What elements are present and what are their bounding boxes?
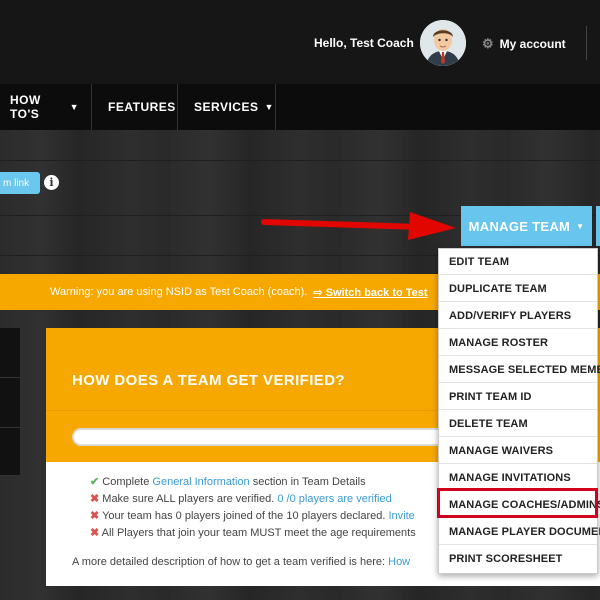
switch-icon: ⇨ <box>313 286 326 299</box>
side-tab[interactable] <box>0 378 20 428</box>
menu-item-duplicate-team[interactable]: DUPLICATE TEAM <box>439 276 597 302</box>
checklist-item: ✖ Your team has 0 players joined of the … <box>90 508 416 525</box>
description-text: A more detailed description of how to ge… <box>72 556 389 568</box>
menu-item-message-selected-members[interactable]: MESSAGE SELECTED MEMBERS <box>439 357 600 383</box>
side-tab[interactable] <box>0 428 20 476</box>
chevron-down-icon: ▼ <box>264 102 274 112</box>
header-divider <box>586 26 587 60</box>
players-verified-link[interactable]: 0 /0 players are verified <box>277 493 391 505</box>
checklist-item: ✔ Complete General Information section i… <box>90 474 416 491</box>
plank-line <box>0 160 600 161</box>
chevron-down-icon: ▼ <box>69 102 79 112</box>
warning-text: Warning: you are using NSID as Test Coac… <box>50 286 308 298</box>
nav-item-label: SERVICES <box>194 100 259 114</box>
nav-item-how-tos[interactable]: HOW TO'S ▼ <box>0 84 92 130</box>
menu-item-manage-player-documents[interactable]: MANAGE PLAYER DOCUMENTS <box>439 519 600 545</box>
cross-icon: ✖ <box>90 493 100 505</box>
menu-item-print-scoresheet[interactable]: PRINT SCORESHEET <box>439 546 597 572</box>
manage-team-button[interactable]: MANAGE TEAM ▼ <box>461 206 592 246</box>
team-link-button[interactable]: m link <box>0 172 40 194</box>
card-title: HOW DOES A TEAM GET VERIFIED? <box>72 372 345 389</box>
switch-back-label: Switch back to Test <box>325 286 428 299</box>
info-icon[interactable]: i <box>44 175 59 190</box>
menu-item-add-verify-players[interactable]: ADD/VERIFY PLAYERS <box>439 303 597 329</box>
nav-item-services[interactable]: SERVICES ▼ <box>178 84 276 130</box>
coach-avatar-icon <box>420 20 466 66</box>
side-tab[interactable] <box>0 328 20 378</box>
menu-item-delete-team[interactable]: DELETE TEAM <box>439 411 597 437</box>
general-information-link[interactable]: General Information <box>152 476 249 488</box>
check-icon: ✔ <box>90 476 100 488</box>
greeting-text: Hello, Test Coach <box>314 36 414 50</box>
menu-item-print-team-id[interactable]: PRINT TEAM ID <box>439 384 597 410</box>
menu-item-manage-waivers[interactable]: MANAGE WAIVERS <box>439 438 597 464</box>
checklist-text: Make sure ALL players are verified. <box>102 493 278 505</box>
checklist-text: Your team has 0 players joined of the 10… <box>102 510 389 522</box>
cross-icon: ✖ <box>90 510 100 522</box>
checklist-text: Complete <box>102 476 153 488</box>
red-arrow-annotation-icon <box>261 212 456 240</box>
cross-icon: ✖ <box>90 527 100 539</box>
my-account-label: My account <box>499 37 566 51</box>
manage-team-label: MANAGE TEAM <box>468 218 571 234</box>
nav-item-label: HOW TO'S <box>10 93 41 121</box>
gear-icon: ⚙ <box>482 36 494 51</box>
chevron-down-icon: ▼ <box>576 221 585 231</box>
checklist-item: ✖ Make sure ALL players are verified. 0 … <box>90 491 416 508</box>
checklist-item: ✖ All Players that join your team MUST m… <box>90 525 416 542</box>
nav-item-features[interactable]: FEATURES <box>92 84 178 130</box>
adjacent-button-edge[interactable] <box>596 206 600 246</box>
switch-back-link[interactable]: ⇨ Switch back to Test <box>313 286 427 299</box>
verification-description: A more detailed description of how to ge… <box>72 556 410 568</box>
how-link[interactable]: How <box>388 556 410 568</box>
top-header: Hello, Test Coach ⚙ My account <box>0 0 600 84</box>
user-avatar[interactable] <box>420 20 466 66</box>
nav-item-label: FEATURES <box>108 100 176 114</box>
menu-item-manage-roster[interactable]: MANAGE ROSTER <box>439 330 597 356</box>
checklist-text: All Players that join your team MUST mee… <box>101 527 416 539</box>
invite-link[interactable]: Invite <box>388 510 414 522</box>
main-nav: HOW TO'S ▼ FEATURES SERVICES ▼ <box>0 84 600 130</box>
verification-checklist: ✔ Complete General Information section i… <box>90 474 416 542</box>
team-link-label: m link <box>3 177 30 189</box>
manage-team-dropdown: EDIT TEAM DUPLICATE TEAM ADD/VERIFY PLAY… <box>438 248 600 574</box>
checklist-text: section in Team Details <box>249 476 366 488</box>
highlight-box-annotation <box>437 488 598 518</box>
menu-item-edit-team[interactable]: EDIT TEAM <box>439 249 597 275</box>
my-account-link[interactable]: ⚙ My account <box>482 36 566 52</box>
